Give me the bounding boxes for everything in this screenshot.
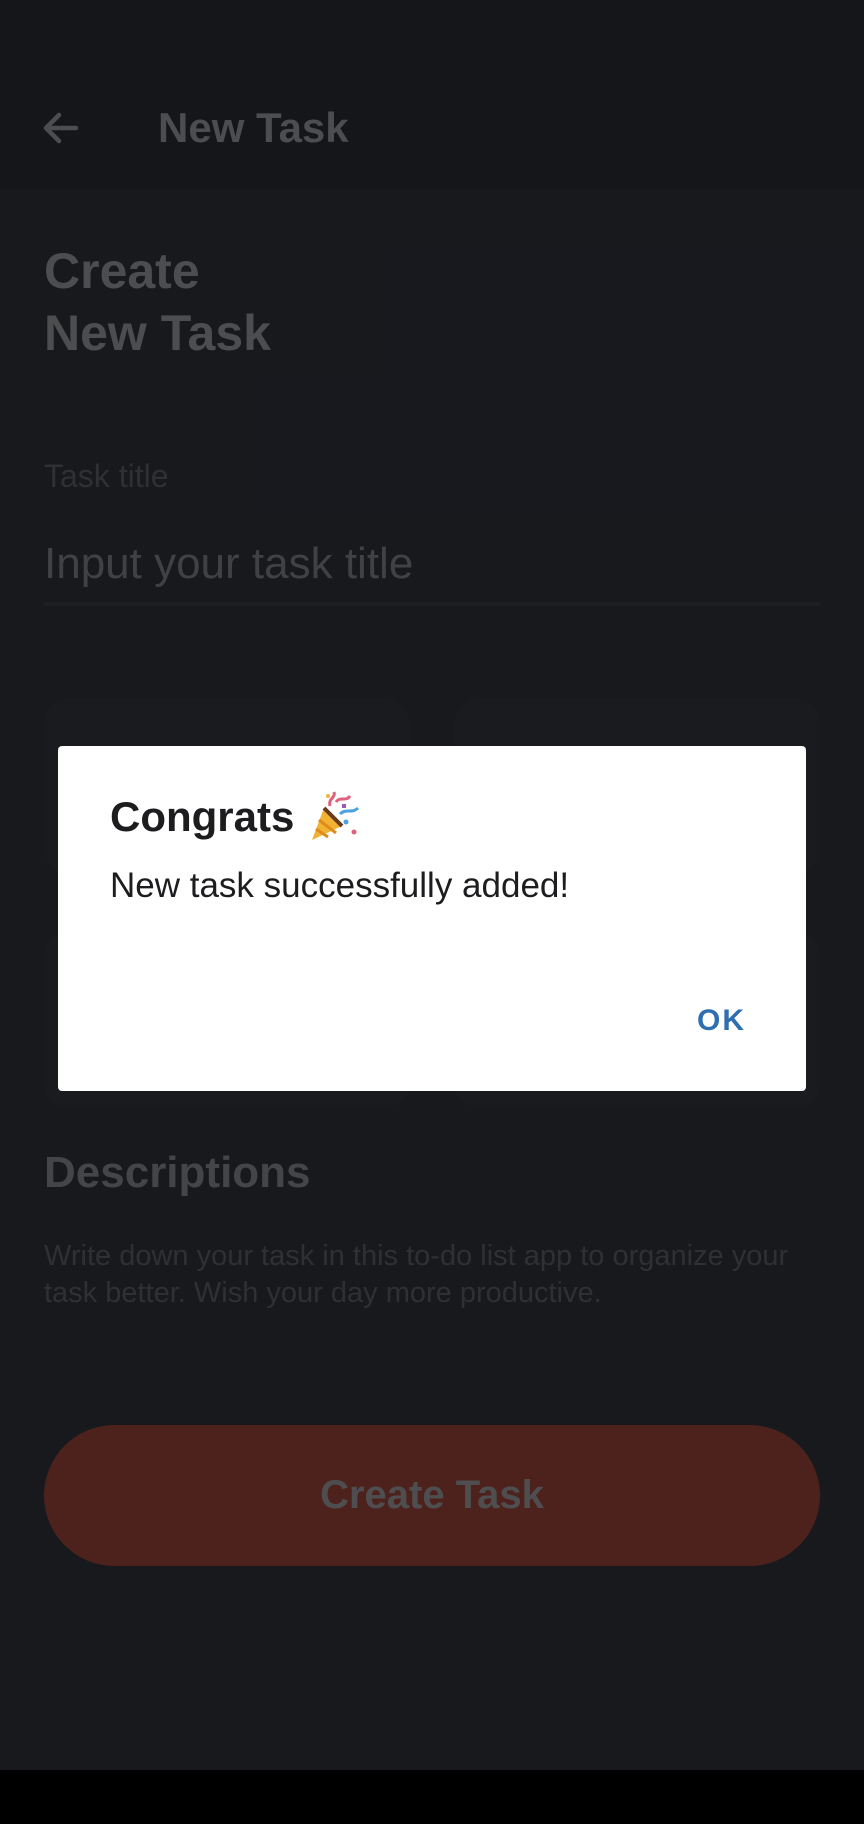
success-dialog: Congrats New task successfully added! OK [58, 746, 806, 1091]
party-popper-icon [312, 791, 360, 840]
new-task-screen: New Task Create New Task Task title Desc… [0, 0, 864, 1770]
system-navigation-bar [0, 1770, 864, 1824]
dialog-message: New task successfully added! [110, 866, 570, 905]
ok-button[interactable]: OK [689, 998, 754, 1044]
dialog-title-text: Congrats [110, 793, 295, 840]
dialog-title: Congrats [110, 790, 360, 844]
